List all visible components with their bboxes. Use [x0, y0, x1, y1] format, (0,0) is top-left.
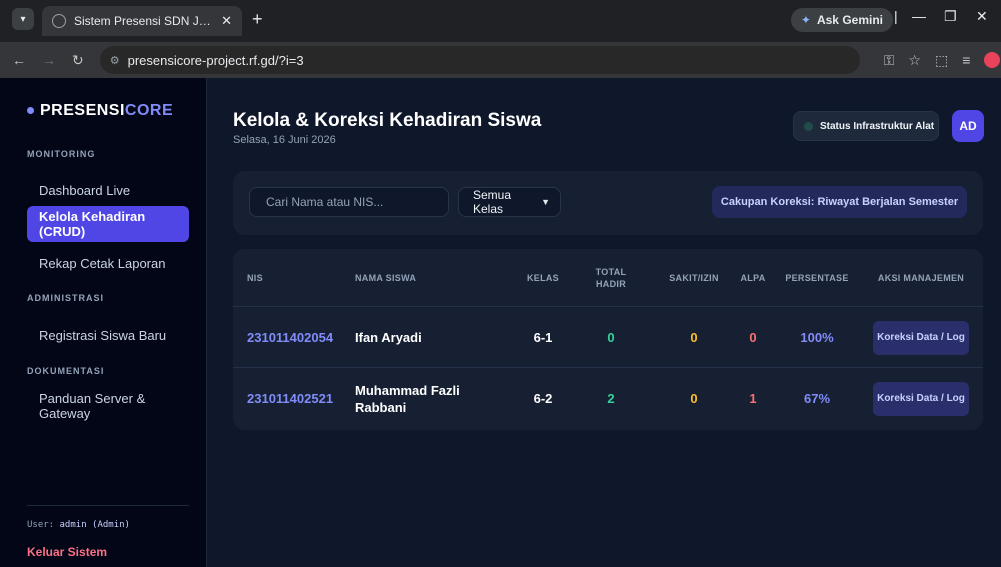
table-row: 231011402521 Muhammad Fazli Rabbani 6-2 …	[233, 368, 983, 429]
forward-icon[interactable]: →	[42, 52, 56, 68]
restore-icon[interactable]: ❐	[944, 8, 957, 25]
user-info: User: admin (Admin)	[27, 520, 130, 530]
section-monitoring: MONITORING	[27, 149, 96, 159]
cell-nama: Muhammad Fazli Rabbani	[355, 382, 460, 415]
sidebar-item-dashboard[interactable]: Dashboard Live	[27, 172, 189, 208]
table-row: 231011402054 Ifan Aryadi 6-1 0 0 0 100% …	[233, 307, 983, 368]
sidebar: PRESENSICORE MONITORING Dashboard Live K…	[0, 78, 207, 567]
cell-alpa: 1	[749, 391, 757, 406]
cell-aksi: Koreksi Data / Log	[871, 307, 971, 368]
new-tab-button[interactable]: +	[252, 10, 263, 28]
col-aksi: AKSI MANAJEMEN	[877, 273, 965, 283]
user-name: admin (Admin)	[59, 520, 130, 530]
user-label: User:	[27, 520, 55, 530]
address-bar[interactable]: ⚙ presensicore-project.rf.gd/?i=3	[99, 46, 860, 74]
browser-toolbar: ← → ↻ ⚙ presensicore-project.rf.gd/?i=3 …	[0, 42, 1001, 78]
filter-panel: Semua Kelas ▼ Cakupan Koreksi: Riwayat B…	[233, 171, 983, 235]
sidebar-item-registrasi[interactable]: Registrasi Siswa Baru	[27, 317, 189, 353]
cell-sakit: 0	[690, 391, 698, 406]
page-title: Kelola & Koreksi Kehadiran Siswa	[233, 110, 542, 131]
status-button-label: Status Infrastruktur Alat	[820, 120, 935, 132]
col-nis: NIS	[247, 273, 263, 283]
back-icon[interactable]: ←	[12, 52, 26, 68]
col-total-hadir-line1: TOTAL	[595, 267, 627, 277]
cell-sakit: 0	[690, 330, 698, 345]
page-date: Selasa, 16 Juni 2026	[233, 134, 336, 146]
avatar[interactable]: AD	[952, 110, 984, 142]
sidebar-item-panduan[interactable]: Panduan Server & Gateway	[27, 388, 189, 424]
col-kelas: KELAS	[526, 273, 559, 283]
tab-title: Sistem Presensi SDN Jurang Ma	[74, 14, 213, 28]
col-nama: NAMA SISWA	[355, 273, 417, 283]
sidebar-item-rekap-laporan[interactable]: Rekap Cetak Laporan	[27, 245, 189, 281]
cell-hadir: 2	[607, 391, 615, 406]
status-infrastructure-button[interactable]: Status Infrastruktur Alat	[793, 111, 939, 141]
cell-alpa: 0	[749, 330, 757, 345]
gemini-icon: ✦	[800, 13, 811, 27]
class-select-value: Semua Kelas	[473, 188, 512, 216]
search-input[interactable]	[249, 187, 449, 217]
col-persentase: PERSENTASE	[785, 273, 849, 283]
attendance-table: NIS NAMA SISWA KELAS TOTAL HADIR SAKIT/I…	[233, 249, 983, 430]
password-key-icon[interactable]: ⚿	[884, 52, 895, 69]
brand-name-part2: CORE	[124, 102, 174, 119]
minimize-icon[interactable]: —	[912, 8, 926, 24]
extensions-icon[interactable]: ⬚	[935, 52, 948, 69]
browser-tab[interactable]: Sistem Presensi SDN Jurang Ma ✕	[42, 6, 242, 36]
reload-icon[interactable]: ↻	[72, 52, 84, 69]
table-header: NIS NAMA SISWA KELAS TOTAL HADIR SAKIT/I…	[233, 249, 983, 307]
cell-nis: 231011402521	[247, 391, 334, 406]
reading-list-icon[interactable]: ≡	[962, 52, 970, 68]
ask-gemini-button[interactable]: ✦ Ask Gemini	[790, 8, 893, 32]
class-select[interactable]: Semua Kelas ▼	[458, 187, 561, 217]
status-led-icon	[804, 121, 813, 131]
cell-nama: Ifan Aryadi	[355, 330, 422, 345]
sidebar-item-kelola-kehadiran[interactable]: Kelola Kehadiran (CRUD)	[27, 206, 189, 242]
koreksi-data-button[interactable]: Koreksi Data / Log	[873, 320, 969, 355]
cell-hadir: 0	[607, 330, 615, 345]
col-total-hadir-line2: HADIR	[596, 279, 626, 289]
browser-tabbar: ▾ Sistem Presensi SDN Jurang Ma ✕ + ✦ As…	[0, 0, 1001, 42]
profile-avatar-icon[interactable]	[984, 52, 1001, 68]
koreksi-data-button[interactable]: Koreksi Data / Log	[873, 381, 969, 416]
brand-logo: PRESENSICORE	[27, 102, 173, 120]
section-dokumentasi: DOKUMENTASI	[27, 366, 105, 376]
brand-name-part1: PRESENSI	[40, 102, 125, 119]
cell-aksi: Koreksi Data / Log	[871, 368, 971, 429]
cell-nis: 231011402054	[247, 330, 334, 345]
main-content: Kelola & Koreksi Kehadiran Siswa Selasa,…	[208, 78, 1001, 567]
divider-icon: |	[894, 8, 898, 24]
ask-gemini-label: Ask Gemini	[816, 13, 883, 27]
globe-icon	[52, 14, 66, 28]
scope-badge: Cakupan Koreksi: Riwayat Berjalan Semest…	[712, 186, 967, 218]
brand-dot-icon	[27, 107, 34, 115]
logout-button[interactable]: Keluar Sistem	[27, 545, 107, 559]
col-sakit-izin: SAKIT/IZIN	[669, 273, 719, 283]
cell-kelas: 6-1	[533, 330, 553, 345]
tab-search-icon[interactable]: ▾	[12, 8, 34, 30]
col-total-hadir: TOTAL HADIR	[583, 249, 639, 307]
col-alpa: ALPA	[740, 273, 766, 283]
site-info-icon[interactable]: ⚙	[110, 54, 120, 67]
cell-persentase: 67%	[803, 391, 831, 406]
url-text: presensicore-project.rf.gd/?i=3	[127, 52, 304, 68]
cell-kelas: 6-2	[533, 391, 553, 406]
close-window-icon[interactable]: ✕	[976, 8, 988, 25]
bookmark-star-icon[interactable]: ☆	[908, 52, 921, 69]
sidebar-divider	[27, 505, 189, 506]
close-tab-icon[interactable]: ✕	[221, 13, 232, 29]
cell-persentase: 100%	[800, 330, 834, 345]
section-administrasi: ADMINISTRASI	[27, 293, 104, 303]
chevron-down-icon: ▼	[541, 197, 550, 207]
